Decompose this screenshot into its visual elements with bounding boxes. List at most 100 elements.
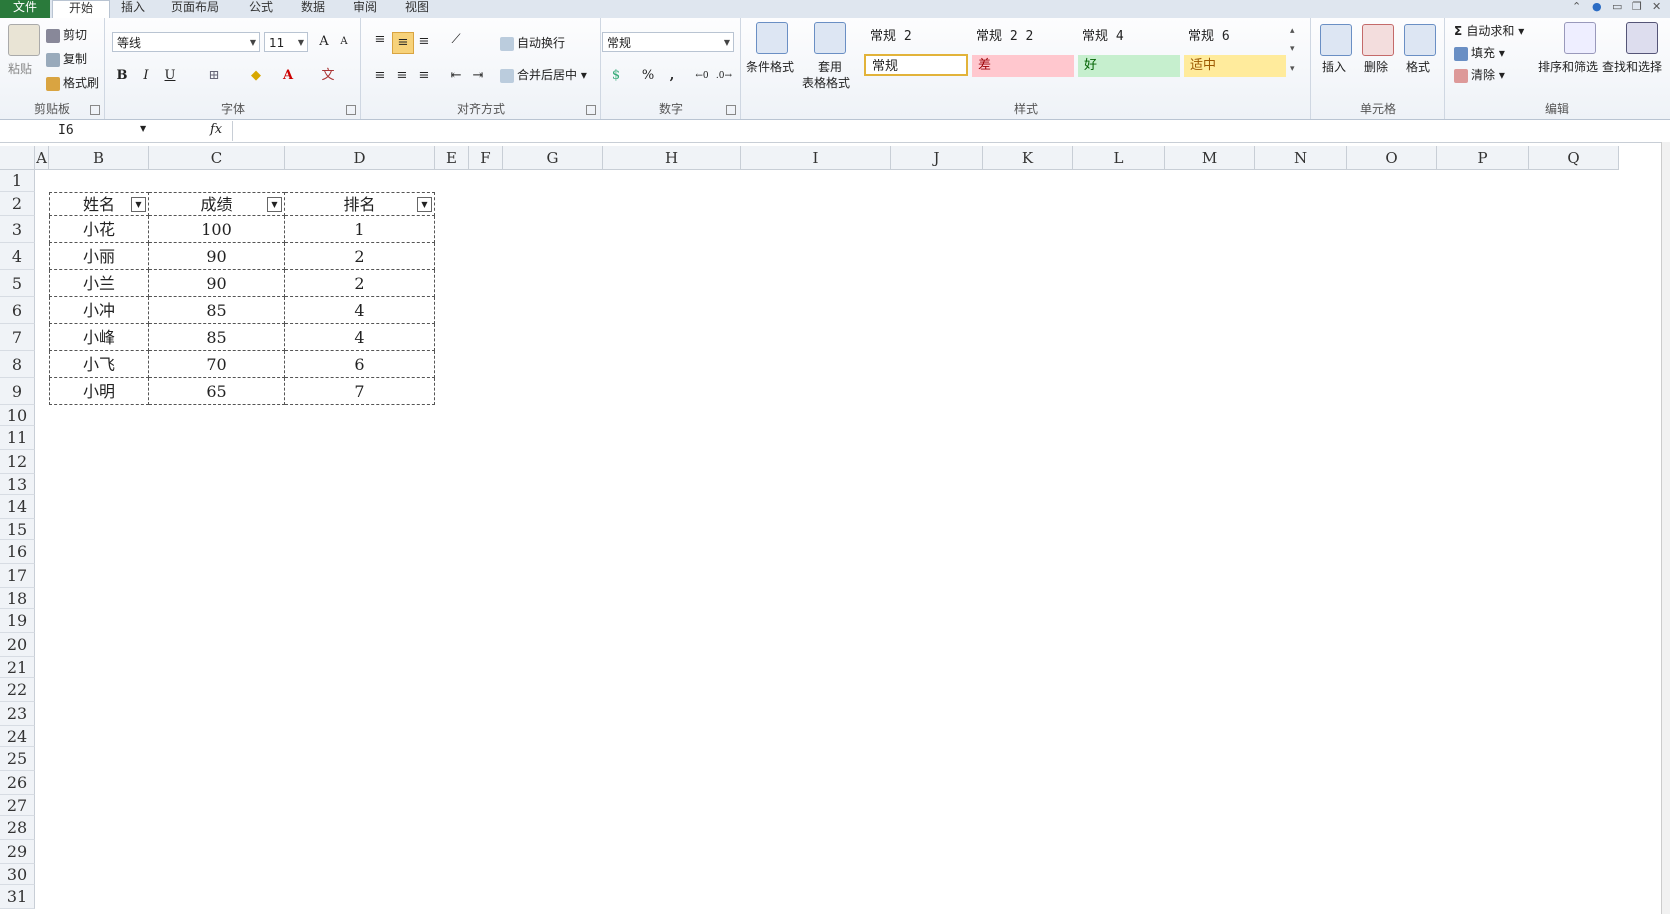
style-normal-6[interactable]: 常规 6 [1182, 26, 1282, 48]
style-normal-2-2[interactable]: 常规 2 2 [970, 26, 1070, 48]
tab-file[interactable]: 文件 [0, 0, 50, 18]
filter-dropdown-icon[interactable]: ▼ [267, 197, 282, 212]
row-header-29[interactable]: 29 [0, 840, 35, 864]
row-header-15[interactable]: 15 [0, 519, 35, 540]
table-cell[interactable]: 小丽 [49, 243, 149, 270]
number-format-select[interactable]: 常规 ▼ [602, 32, 734, 52]
column-header-a[interactable]: A [35, 146, 49, 170]
alignment-launcher-icon[interactable] [586, 105, 596, 115]
row-header-16[interactable]: 16 [0, 540, 35, 564]
align-bottom-icon[interactable]: ≡ [414, 32, 434, 52]
format-painter-button[interactable]: 格式刷 [46, 74, 99, 91]
tab-review[interactable]: 审阅 [342, 0, 388, 18]
select-all-corner[interactable] [0, 146, 35, 170]
styles-scroll-down-icon[interactable]: ▾ [1290, 44, 1295, 54]
row-header-17[interactable]: 17 [0, 564, 35, 588]
increase-indent-icon[interactable]: ⇥ [468, 66, 488, 86]
row-header-24[interactable]: 24 [0, 726, 35, 747]
percent-button[interactable]: % [638, 66, 658, 86]
column-header-j[interactable]: J [891, 146, 983, 170]
row-header-13[interactable]: 13 [0, 474, 35, 495]
column-header-p[interactable]: P [1437, 146, 1529, 170]
decrease-indent-icon[interactable]: ⇤ [446, 66, 466, 86]
row-header-2[interactable]: 2 [0, 192, 35, 216]
row-header-10[interactable]: 10 [0, 405, 35, 426]
style-neutral[interactable]: 适中 [1184, 55, 1286, 77]
fx-icon[interactable]: fx [210, 122, 222, 137]
table-cell[interactable]: 7 [285, 378, 435, 405]
row-header-25[interactable]: 25 [0, 747, 35, 771]
row-header-23[interactable]: 23 [0, 702, 35, 726]
table-cell[interactable]: 1 [285, 216, 435, 243]
row-header-11[interactable]: 11 [0, 426, 35, 450]
column-header-e[interactable]: E [435, 146, 469, 170]
table-cell[interactable]: 小兰 [49, 270, 149, 297]
find-select-button[interactable]: 查找和选择 [1602, 58, 1662, 75]
table-cell[interactable]: 2 [285, 243, 435, 270]
row-header-30[interactable]: 30 [0, 864, 35, 885]
align-top-icon[interactable]: ≡ [370, 30, 390, 50]
style-bad[interactable]: 差 [972, 55, 1074, 77]
row-header-28[interactable]: 28 [0, 816, 35, 840]
styles-scroll-up-icon[interactable]: ▴ [1290, 26, 1295, 36]
row-header-20[interactable]: 20 [0, 633, 35, 657]
table-cell[interactable]: 90 [149, 270, 285, 297]
merge-center-button[interactable]: 合并后居中 ▾ [500, 66, 587, 83]
column-header-n[interactable]: N [1255, 146, 1347, 170]
table-cell[interactable]: 2 [285, 270, 435, 297]
column-header-h[interactable]: H [603, 146, 741, 170]
row-header-21[interactable]: 21 [0, 657, 35, 678]
cut-button[interactable]: 剪切 [46, 26, 87, 43]
close-icon[interactable]: ✕ [1652, 0, 1661, 13]
clear-button[interactable]: 清除 ▾ [1454, 66, 1505, 83]
name-box[interactable]: I6 [0, 121, 155, 141]
comma-button[interactable]: , [662, 66, 682, 86]
fill-color-icon[interactable]: ◆ [246, 66, 266, 86]
row-header-26[interactable]: 26 [0, 771, 35, 795]
font-size-select[interactable]: 11 ▼ [264, 32, 308, 52]
copy-button[interactable]: 复制 [46, 50, 87, 67]
style-normal-4[interactable]: 常规 4 [1076, 26, 1176, 48]
align-right-icon[interactable]: ≡ [414, 66, 434, 86]
align-middle-icon[interactable]: ≡ [392, 32, 414, 54]
autosum-button[interactable]: Σ 自动求和 ▾ [1454, 22, 1524, 39]
paste-button[interactable]: 粘贴 [8, 60, 32, 77]
delete-cells-button[interactable]: 删除 [1364, 58, 1388, 75]
orientation-icon[interactable]: ⟋ [446, 30, 466, 50]
wrap-text-button[interactable]: 自动换行 [500, 34, 565, 51]
row-header-27[interactable]: 27 [0, 795, 35, 816]
format-table-line1[interactable]: 套用 [818, 58, 842, 75]
table-cell[interactable]: 4 [285, 297, 435, 324]
increase-decimal-icon[interactable]: ←0 [692, 66, 712, 86]
row-header-5[interactable]: 5 [0, 270, 35, 297]
tab-page-layout[interactable]: 页面布局 [160, 0, 230, 18]
row-header-7[interactable]: 7 [0, 324, 35, 351]
style-normal[interactable]: 常规 [864, 54, 968, 76]
paste-icon[interactable] [8, 24, 40, 56]
table-header-cell[interactable]: 排名 ▼ [285, 192, 435, 216]
shrink-font-button[interactable]: A [334, 32, 354, 52]
chevron-down-icon[interactable]: ▼ [140, 124, 146, 133]
row-header-8[interactable]: 8 [0, 351, 35, 378]
row-header-1[interactable]: 1 [0, 170, 35, 192]
table-cell[interactable]: 100 [149, 216, 285, 243]
collapse-ribbon-icon[interactable]: ⌃ [1572, 0, 1581, 13]
tab-insert[interactable]: 插入 [110, 0, 156, 18]
help-icon[interactable]: ● [1592, 0, 1602, 13]
formula-input[interactable] [232, 121, 1653, 141]
format-table-line2[interactable]: 表格格式 [802, 74, 850, 91]
column-header-g[interactable]: G [503, 146, 603, 170]
vertical-scrollbar[interactable] [1661, 142, 1670, 914]
bold-button[interactable]: B [112, 66, 132, 86]
table-cell[interactable]: 小峰 [49, 324, 149, 351]
column-header-k[interactable]: K [983, 146, 1073, 170]
table-header-cell[interactable]: 成绩 ▼ [149, 192, 285, 216]
table-cell[interactable]: 小花 [49, 216, 149, 243]
table-cell[interactable]: 小飞 [49, 351, 149, 378]
table-cell[interactable]: 85 [149, 297, 285, 324]
fill-button[interactable]: 填充 ▾ [1454, 44, 1505, 61]
insert-cells-button[interactable]: 插入 [1322, 58, 1346, 75]
tab-home[interactable]: 开始 [52, 0, 110, 20]
row-header-3[interactable]: 3 [0, 216, 35, 243]
table-cell[interactable]: 小明 [49, 378, 149, 405]
